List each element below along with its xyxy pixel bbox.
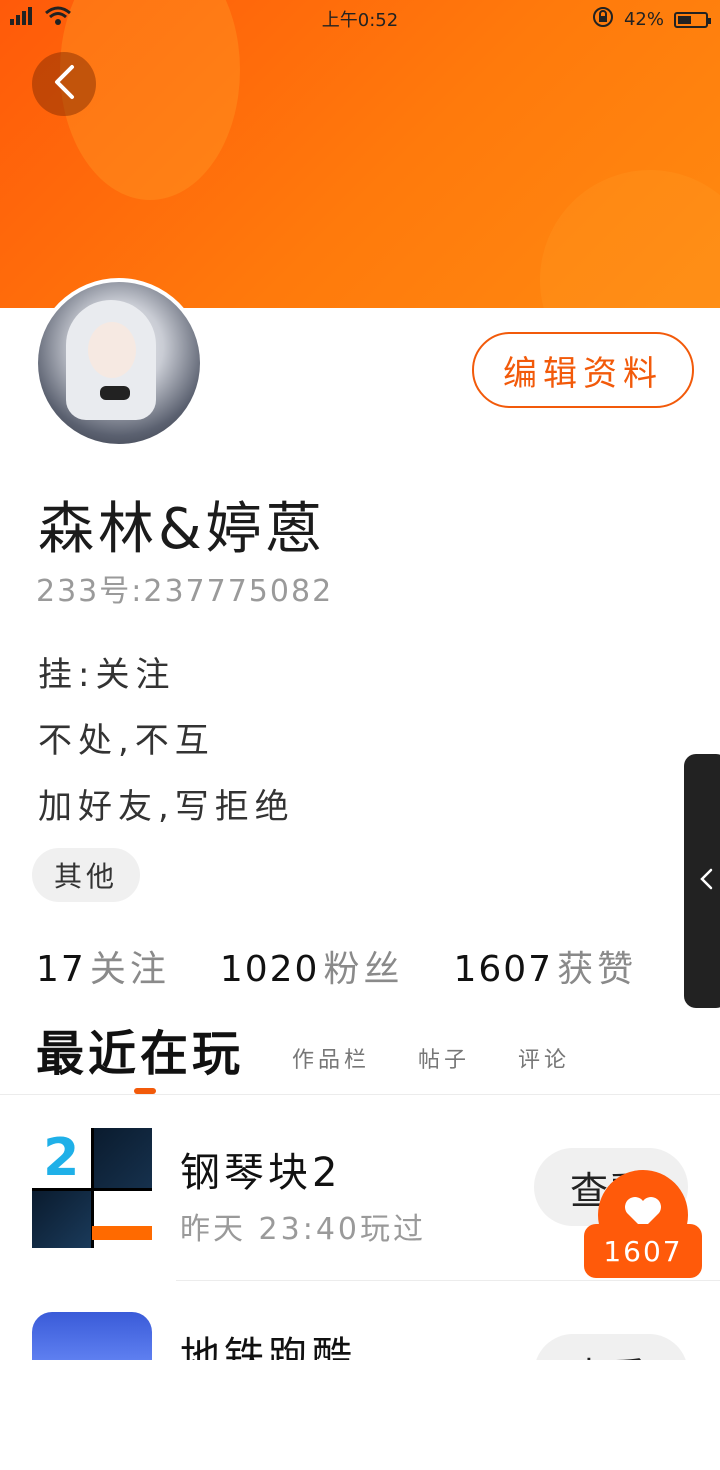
game-title: 钢琴块2: [180, 1150, 342, 1196]
piano-tiles-2-icon: 2: [32, 1128, 152, 1248]
bio-line: 加好友,写拒绝: [38, 787, 295, 827]
game-last-played: 昨天 23:40玩过: [180, 1212, 426, 1247]
status-bar: 上午0:52 42%: [0, 0, 720, 36]
side-drawer-handle[interactable]: [684, 754, 720, 1008]
divider: [176, 1280, 720, 1281]
chevron-left-icon: [699, 868, 713, 894]
stat-following[interactable]: 17 关注: [36, 940, 170, 992]
stat-followers[interactable]: 1020 粉丝: [220, 940, 404, 992]
stat-likes-label: 获赞: [557, 949, 638, 990]
edit-profile-button[interactable]: 编辑资料: [472, 332, 694, 408]
avatar-image: [38, 282, 200, 444]
stat-following-count: 17: [36, 949, 86, 990]
profile-uid: 233号:237775082: [36, 574, 334, 609]
divider: [0, 1094, 720, 1095]
like-count-badge: 1607: [584, 1224, 702, 1278]
rotation-lock-icon: [592, 6, 614, 33]
profile-bio: 挂:关注 不处,不互 加好友,写拒绝: [38, 642, 295, 840]
tab-posts[interactable]: 帖子: [418, 1042, 470, 1084]
stat-likes-count: 1607: [453, 949, 554, 990]
bio-line: 不处,不互: [38, 721, 215, 761]
stat-following-label: 关注: [89, 949, 170, 990]
bio-line: 挂:关注: [38, 655, 176, 695]
profile-stats: 17 关注 1020 粉丝 1607 获赞: [36, 940, 687, 992]
battery-percent: 42%: [623, 9, 664, 30]
avatar[interactable]: [34, 278, 204, 448]
profile-tabs: 最近在玩 作品栏 帖子 评论: [36, 1024, 716, 1084]
back-button[interactable]: [32, 52, 96, 116]
stat-followers-label: 粉丝: [323, 949, 404, 990]
bottom-area: [0, 1360, 720, 1440]
tab-comments[interactable]: 评论: [518, 1042, 570, 1084]
profile-header-banner: 上午0:52 42%: [0, 0, 720, 308]
battery-icon: [674, 11, 711, 28]
stat-followers-count: 1020: [219, 949, 320, 990]
banner-decoration: [540, 170, 720, 308]
tab-recently-played[interactable]: 最近在玩: [36, 1014, 244, 1084]
profile-tag: 其他: [32, 848, 140, 902]
profile-name: 森林&婷蒽: [38, 497, 326, 562]
stat-likes[interactable]: 1607 获赞: [453, 940, 637, 992]
tab-works[interactable]: 作品栏: [292, 1042, 370, 1084]
chevron-left-icon: [52, 64, 76, 104]
